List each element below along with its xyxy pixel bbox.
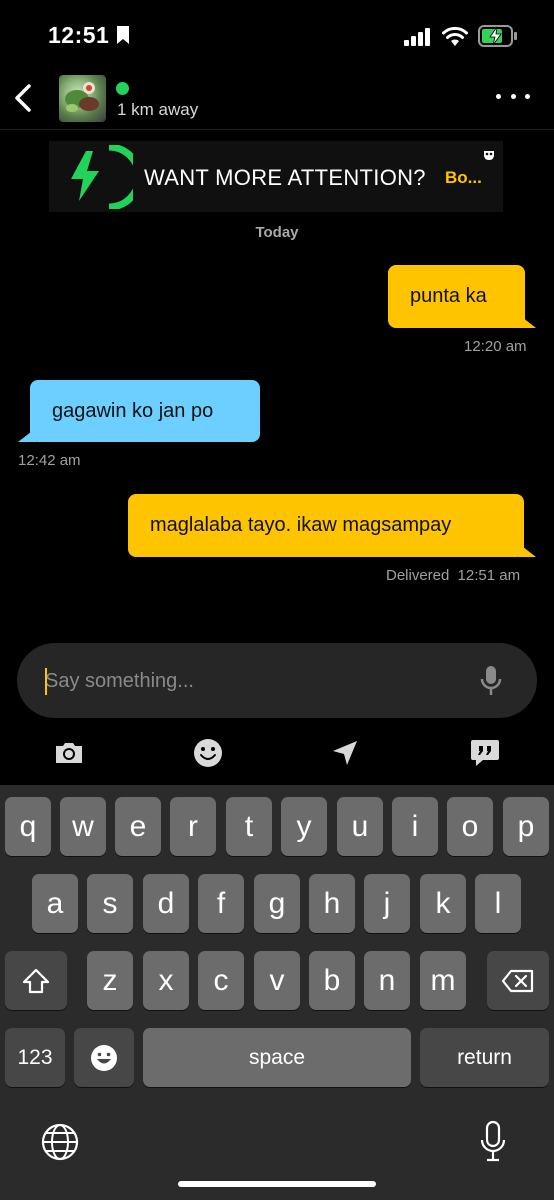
key-k[interactable]: k <box>420 874 466 933</box>
keyboard: q w e r t y u i o p a s d f g h j k l z … <box>0 785 554 1200</box>
delete-key[interactable] <box>487 951 549 1010</box>
avatar-photo <box>65 82 99 112</box>
key-v[interactable]: v <box>254 951 300 1010</box>
key-z[interactable]: z <box>87 951 133 1010</box>
key-w[interactable]: w <box>60 797 106 856</box>
status-bar: 12:51 <box>0 0 554 70</box>
shift-arrow-icon <box>22 968 50 993</box>
key-g[interactable]: g <box>254 874 300 933</box>
key-p[interactable]: p <box>503 797 549 856</box>
emoji-keyboard-key[interactable] <box>74 1028 134 1087</box>
shift-key[interactable] <box>5 951 67 1010</box>
date-separator: Today <box>255 224 299 241</box>
message-text: maglalaba tayo. ikaw magsampay <box>150 514 452 536</box>
bubble-tail <box>18 428 36 442</box>
grindr-mask-icon <box>484 151 494 160</box>
location-arrow-icon[interactable] <box>328 737 362 769</box>
message-bubble-received[interactable]: gagawin ko jan po <box>30 380 260 442</box>
key-t[interactable]: t <box>226 797 272 856</box>
key-c[interactable]: c <box>198 951 244 1010</box>
microphone-icon[interactable] <box>479 664 503 698</box>
home-indicator[interactable] <box>178 1181 376 1187</box>
more-dot <box>496 93 501 99</box>
camera-icon[interactable] <box>52 737 86 769</box>
more-dot <box>525 93 530 99</box>
chat-header: 1 km away <box>0 70 554 130</box>
bubble-tail <box>518 543 536 557</box>
delivered-label: Delivered <box>386 567 450 584</box>
key-l[interactable]: l <box>475 874 521 933</box>
key-j[interactable]: j <box>364 874 410 933</box>
message-timestamp: 12:42 am <box>18 452 81 469</box>
backspace-icon <box>501 969 534 992</box>
status-time: 12:51 <box>48 22 110 48</box>
key-y[interactable]: y <box>281 797 327 856</box>
key-d[interactable]: d <box>143 874 189 933</box>
dictation-microphone-icon[interactable] <box>479 1120 507 1164</box>
key-f[interactable]: f <box>198 874 244 933</box>
key-a[interactable]: a <box>32 874 78 933</box>
quote-bubble-icon[interactable] <box>468 737 502 769</box>
message-text: gagawin ko jan po <box>52 399 214 422</box>
message-timestamp: 12:51 am <box>457 567 521 584</box>
emoji-icon[interactable] <box>191 737 225 769</box>
wifi-icon <box>442 26 468 46</box>
chevron-left-icon <box>15 84 31 112</box>
more-options-button[interactable] <box>496 84 530 108</box>
battery-charging-icon <box>478 25 517 47</box>
numbers-key[interactable]: 123 <box>5 1028 65 1087</box>
message-composer <box>17 643 537 718</box>
avatar[interactable] <box>59 75 106 122</box>
space-key[interactable]: space <box>143 1028 411 1087</box>
message-bubble-sent[interactable]: punta ka <box>388 265 525 328</box>
online-status-dot <box>116 82 129 95</box>
key-n[interactable]: n <box>364 951 410 1010</box>
bookmark-icon <box>117 26 129 44</box>
emoji-key-icon <box>91 1044 117 1071</box>
globe-icon[interactable] <box>41 1123 79 1161</box>
key-i[interactable]: i <box>392 797 438 856</box>
location-arrow-glyph <box>333 741 357 765</box>
message-delivery-status: Delivered 12:51 am <box>386 567 520 584</box>
key-o[interactable]: o <box>447 797 493 856</box>
boost-bolt-icon <box>71 145 133 209</box>
key-q[interactable]: q <box>5 797 51 856</box>
key-h[interactable]: h <box>309 874 355 933</box>
bubble-tail <box>518 314 536 328</box>
quote-bubble-glyph <box>471 740 499 766</box>
promo-text: WANT MORE ATTENTION? <box>144 165 426 190</box>
key-e[interactable]: e <box>115 797 161 856</box>
key-u[interactable]: u <box>337 797 383 856</box>
back-button[interactable] <box>8 78 38 118</box>
key-r[interactable]: r <box>170 797 216 856</box>
key-m[interactable]: m <box>420 951 466 1010</box>
key-s[interactable]: s <box>87 874 133 933</box>
message-timestamp: 12:20 am <box>464 338 527 355</box>
message-text: punta ka <box>410 285 487 307</box>
key-b[interactable]: b <box>309 951 355 1010</box>
promo-banner[interactable]: WANT MORE ATTENTION? Bo... <box>49 141 503 212</box>
camera-glyph <box>56 743 82 763</box>
text-cursor <box>45 668 47 695</box>
promo-boost-link[interactable]: Bo... <box>445 168 482 188</box>
distance-label: 1 km away <box>117 100 199 119</box>
message-input[interactable] <box>45 661 445 701</box>
cellular-signal-icon <box>404 28 430 46</box>
key-x[interactable]: x <box>143 951 189 1010</box>
more-dot <box>510 93 516 99</box>
emoji-glyph <box>194 739 222 767</box>
message-bubble-sent[interactable]: maglalaba tayo. ikaw magsampay <box>128 494 524 557</box>
return-key[interactable]: return <box>420 1028 549 1087</box>
